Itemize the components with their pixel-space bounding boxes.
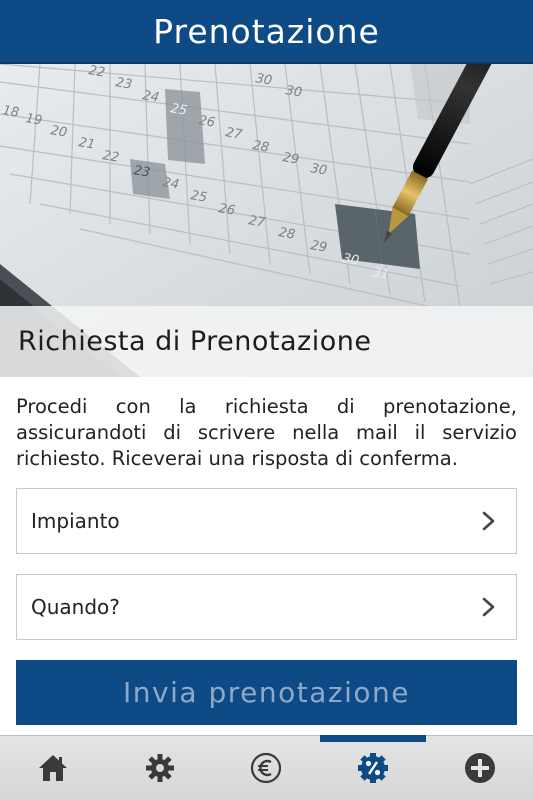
- percent-badge-icon: [358, 753, 389, 783]
- svg-text:29: 29: [281, 150, 300, 168]
- chevron-right-icon: [482, 597, 495, 617]
- submit-booking-button[interactable]: Invia prenotazione: [16, 660, 517, 725]
- svg-text:23: 23: [114, 75, 133, 93]
- svg-text:19: 19: [24, 111, 43, 129]
- svg-text:28: 28: [277, 225, 296, 243]
- svg-text:26: 26: [197, 113, 216, 131]
- svg-text:25: 25: [189, 188, 208, 206]
- svg-text:20: 20: [49, 123, 68, 141]
- svg-text:22: 22: [87, 64, 106, 81]
- svg-text:25: 25: [169, 101, 188, 119]
- tab-offers[interactable]: [319, 735, 427, 800]
- svg-text:21: 21: [77, 135, 96, 153]
- intro-text: Procedi con la richiesta di prenotazione…: [16, 395, 517, 470]
- svg-text:30: 30: [284, 83, 303, 101]
- svg-text:18: 18: [1, 103, 20, 121]
- app-header: Prenotazione: [0, 0, 533, 64]
- page-title: Prenotazione: [153, 11, 380, 51]
- svg-text:28: 28: [251, 138, 270, 156]
- plus-circle-icon: [464, 753, 495, 783]
- svg-text:24: 24: [161, 175, 180, 193]
- tab-home[interactable]: [0, 736, 107, 800]
- svg-text:23: 23: [132, 163, 151, 181]
- tab-prices[interactable]: [213, 736, 320, 800]
- hero-caption: Richiesta di Prenotazione: [18, 326, 372, 357]
- svg-text:22: 22: [101, 148, 120, 166]
- svg-text:24: 24: [141, 88, 160, 106]
- tab-settings[interactable]: [107, 736, 214, 800]
- chevron-right-icon: [482, 511, 495, 531]
- svg-text:30: 30: [309, 161, 328, 179]
- submit-booking-label: Invia prenotazione: [123, 676, 410, 709]
- quando-field[interactable]: Quando?: [16, 574, 517, 640]
- svg-text:29: 29: [309, 238, 328, 256]
- hero-image: 18 19 20 21 22 23 24 25 26 27 28 29 30 3…: [0, 64, 533, 377]
- svg-text:26: 26: [217, 201, 236, 219]
- home-icon: [39, 755, 68, 781]
- tab-more[interactable]: [426, 736, 533, 800]
- svg-text:27: 27: [247, 213, 267, 231]
- euro-icon: [251, 752, 282, 784]
- bottom-tab-bar: [0, 735, 533, 800]
- impianto-field[interactable]: Impianto: [16, 488, 517, 554]
- hero-caption-bar: Richiesta di Prenotazione: [0, 306, 533, 377]
- impianto-label: Impianto: [31, 509, 120, 533]
- svg-text:27: 27: [224, 125, 244, 143]
- svg-text:31: 31: [371, 265, 390, 283]
- svg-text:30: 30: [341, 251, 360, 269]
- gear-icon: [145, 754, 174, 782]
- quando-label: Quando?: [31, 595, 120, 619]
- svg-text:30: 30: [254, 71, 273, 89]
